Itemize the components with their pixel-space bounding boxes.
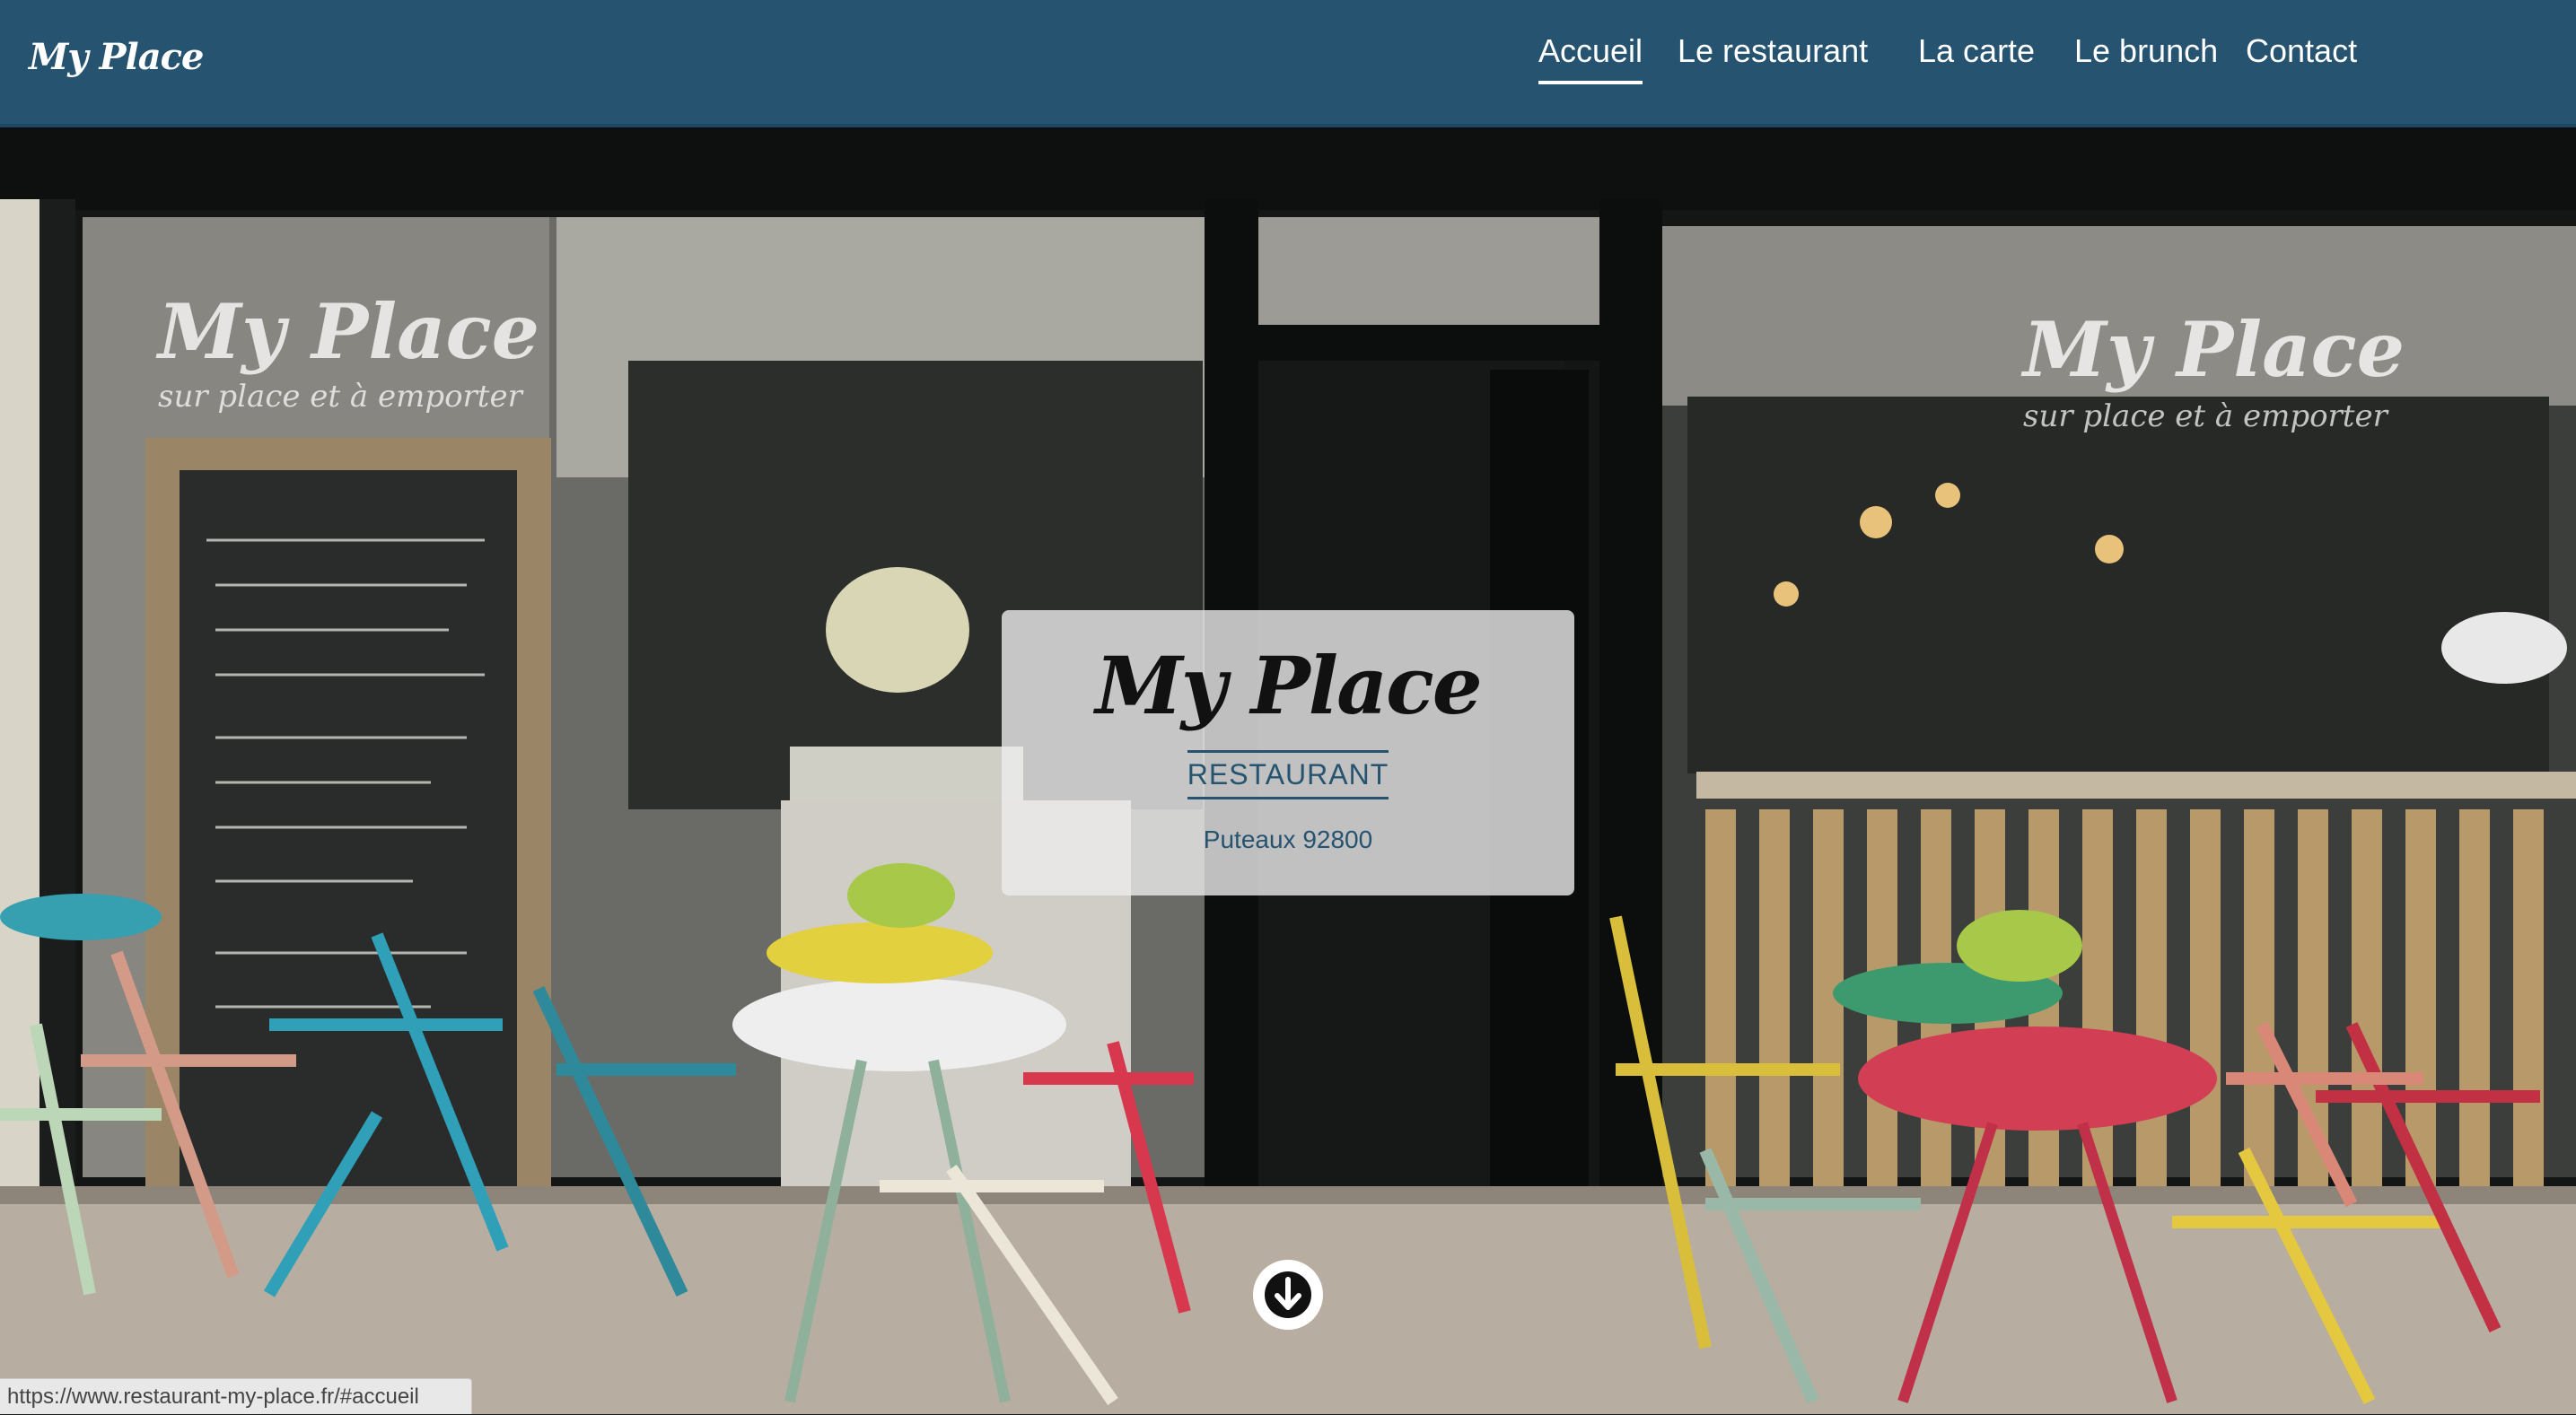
hero-title-card: My Place RESTAURANT Puteaux 92800	[1002, 610, 1574, 895]
nav-item-la-carte[interactable]: La carte	[1918, 32, 2035, 81]
arrow-down-circle-icon	[1265, 1271, 1311, 1318]
window-tagline-left: sur place et à emporter	[158, 379, 522, 415]
scroll-down-button[interactable]	[1253, 1260, 1323, 1330]
nav-item-accueil[interactable]: Accueil	[1538, 32, 1643, 84]
nav-item-contact[interactable]: Contact	[2246, 32, 2357, 81]
status-bar-url: https://www.restaurant-my-place.fr/#accu…	[0, 1378, 472, 1414]
hero-location: Puteaux 92800	[1203, 825, 1373, 853]
site-logo[interactable]: My Place	[29, 36, 204, 78]
hero-subtitle: RESTAURANT	[1187, 750, 1389, 799]
window-lettering-left: My Place	[158, 287, 540, 376]
window-tagline-right: sur place et à emporter	[2023, 398, 2388, 434]
top-navigation-bar: My Place Accueil Le restaurant La carte …	[0, 0, 2576, 127]
window-lettering-right: My Place	[2023, 305, 2405, 394]
nav-item-le-restaurant[interactable]: Le restaurant	[1678, 32, 1868, 81]
hero-title: My Place	[1095, 639, 1482, 732]
hero-section: My Place sur place et à emporter My Plac…	[0, 127, 2576, 1414]
nav-item-le-brunch[interactable]: Le brunch	[2074, 32, 2218, 81]
